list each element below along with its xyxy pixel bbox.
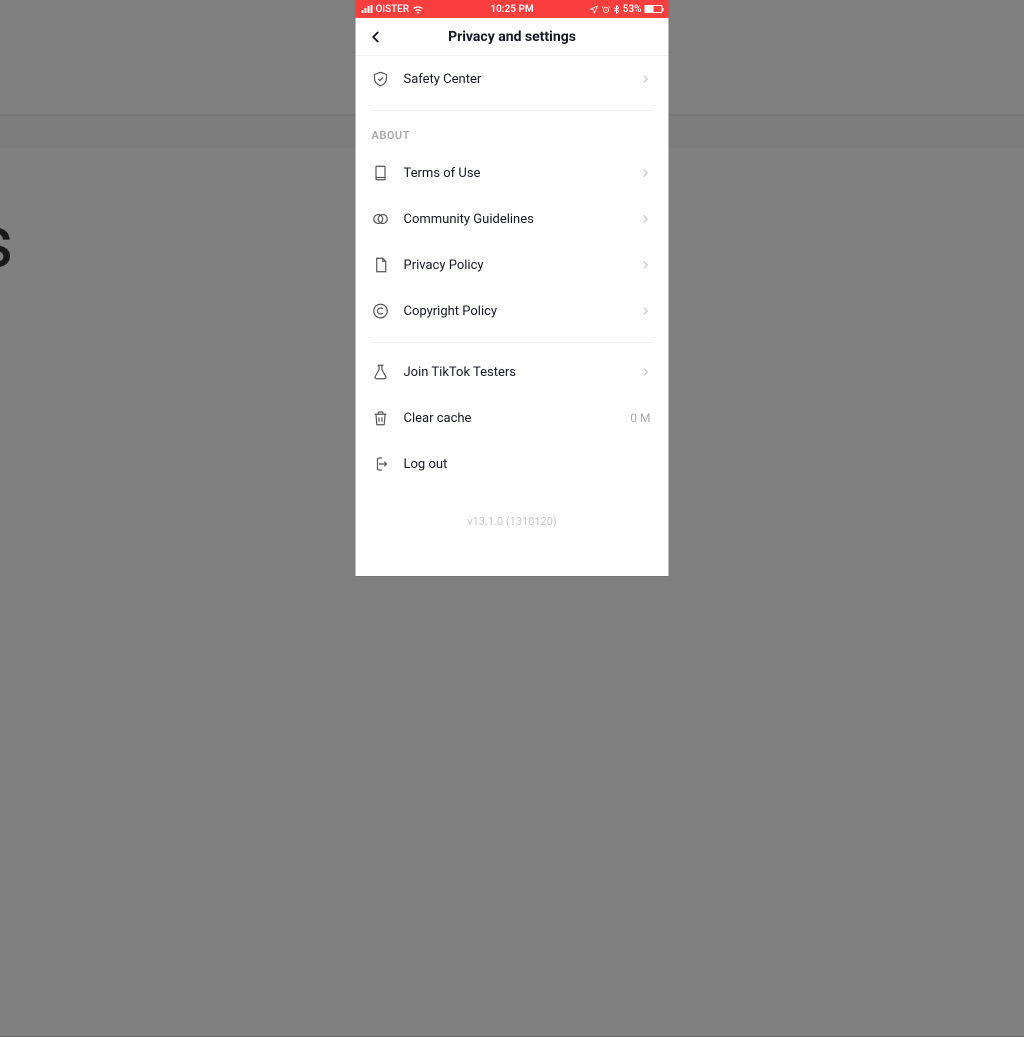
row-safety-center[interactable]: Safety Center — [356, 56, 669, 102]
row-label: Safety Center — [404, 72, 639, 87]
flask-icon — [372, 363, 390, 381]
chevron-left-icon — [367, 28, 385, 46]
row-label: Community Guidelines — [404, 212, 639, 227]
row-terms-of-use[interactable]: Terms of Use — [356, 150, 669, 196]
row-label: Clear cache — [404, 411, 631, 426]
clock: 10:25 PM — [490, 4, 533, 15]
trash-icon — [372, 409, 390, 427]
row-clear-cache[interactable]: Clear cache 0 M — [356, 395, 669, 441]
chevron-right-icon — [639, 258, 653, 272]
shield-icon — [372, 70, 390, 88]
page-icon — [372, 256, 390, 274]
row-join-testers[interactable]: Join TikTok Testers — [356, 349, 669, 395]
page-title: Privacy and settings — [356, 29, 669, 45]
carrier-label: OiSTER — [376, 4, 410, 15]
row-label: Privacy Policy — [404, 258, 639, 273]
overlap-circles-icon — [372, 210, 390, 228]
status-bar: OiSTER 10:25 PM 53% — [356, 0, 669, 18]
row-community-guidelines[interactable]: Community Guidelines — [356, 196, 669, 242]
chevron-right-icon — [639, 212, 653, 226]
version-label: v13.1.0 (1310120) — [356, 487, 669, 536]
row-label: Copyright Policy — [404, 304, 639, 319]
logout-icon — [372, 455, 390, 473]
section-header-about: ABOUT — [356, 111, 669, 150]
chevron-right-icon — [639, 365, 653, 379]
back-button[interactable] — [366, 27, 386, 47]
nav-bar: Privacy and settings — [356, 18, 669, 56]
wifi-icon — [412, 5, 423, 14]
settings-list: Safety Center ABOUT Terms of Use Communi… — [356, 56, 669, 576]
row-label: Log out — [404, 457, 653, 472]
cache-size: 0 M — [630, 411, 650, 425]
chevron-right-icon — [639, 166, 653, 180]
row-label: Join TikTok Testers — [404, 365, 639, 380]
row-label: Terms of Use — [404, 166, 639, 181]
battery-percent: 53% — [623, 4, 642, 15]
phone-frame: OiSTER 10:25 PM 53% Privacy and settings… — [356, 0, 669, 576]
copyright-icon — [372, 302, 390, 320]
signal-icon — [362, 5, 373, 13]
alarm-icon — [602, 5, 611, 14]
battery-icon — [645, 5, 663, 13]
bluetooth-icon — [614, 5, 620, 14]
chevron-right-icon — [639, 72, 653, 86]
chevron-right-icon — [639, 304, 653, 318]
location-icon — [590, 5, 599, 14]
row-privacy-policy[interactable]: Privacy Policy — [356, 242, 669, 288]
row-copyright-policy[interactable]: Copyright Policy — [356, 288, 669, 334]
row-log-out[interactable]: Log out — [356, 441, 669, 487]
document-icon — [372, 164, 390, 182]
